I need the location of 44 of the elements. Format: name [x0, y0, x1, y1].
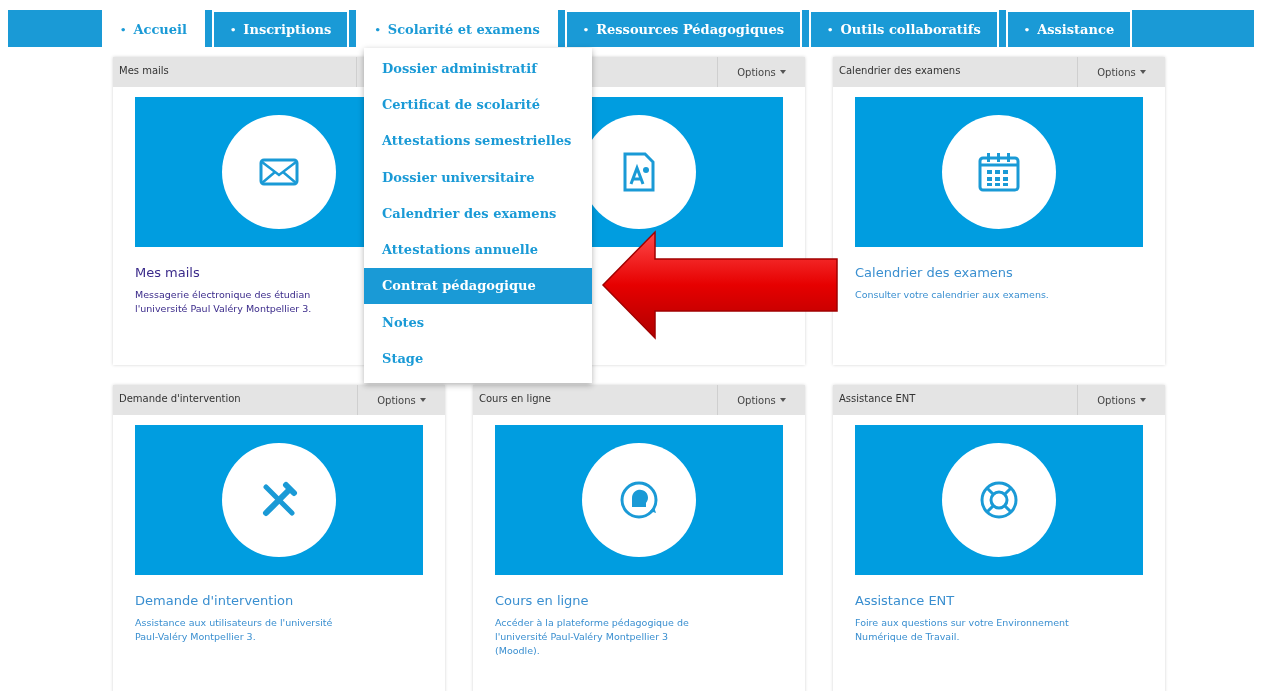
- nav-tab[interactable]: • Inscriptions: [211, 10, 350, 47]
- nav-tab[interactable]: • Assistance: [1005, 10, 1133, 47]
- caret-icon: [779, 70, 786, 74]
- card-header-title: Demande d'intervention: [118, 392, 242, 406]
- tile-banner[interactable]: [495, 425, 783, 575]
- nav-tab[interactable]: • Scolarité et examens: [356, 10, 558, 47]
- tile-banner[interactable]: [855, 425, 1143, 575]
- menu-item[interactable]: Certificat de scolarité: [364, 86, 592, 123]
- nav-tab[interactable]: • Ressources Pédagogiques: [564, 10, 803, 47]
- card-description: Foire aux questions sur votre Environnement Numérique de Travail.: [855, 616, 1070, 644]
- menu-item[interactable]: Attestations annuelle: [364, 231, 592, 268]
- card-title-link[interactable]: Demande d'intervention: [135, 593, 294, 608]
- lifebuoy-icon: [979, 480, 1019, 520]
- menu-item[interactable]: Notes: [364, 304, 592, 341]
- card-description: Messagerie électronique des étudian l'université Paul Valéry Montpellier 3.: [135, 288, 313, 316]
- menu-item[interactable]: Calendrier des examens: [364, 195, 592, 232]
- card-description: Assistance aux utilisateurs de l'université Paul-Valéry Montpellier 3.: [135, 616, 334, 644]
- card-header-title: Calendrier des examens: [838, 64, 962, 78]
- card-description: Consulter votre calendrier aux examens.: [855, 288, 1050, 302]
- document-icon: [623, 152, 655, 192]
- tile-banner[interactable]: [855, 97, 1143, 247]
- card-header-title: Cours en ligne: [478, 392, 552, 406]
- tools-icon: [260, 481, 298, 519]
- caret-icon: [419, 398, 426, 402]
- menu-item[interactable]: Contrat pédagogique: [364, 267, 592, 305]
- card-title-link[interactable]: Mes mails: [135, 265, 200, 280]
- calendar-icon: [978, 152, 1020, 192]
- nav-tab[interactable]: • Outils collaboratifs: [809, 10, 999, 47]
- card-header-title: Assistance ENT: [838, 392, 917, 406]
- caret-icon: [1139, 398, 1146, 402]
- card-title-link[interactable]: Assistance ENT: [855, 593, 955, 608]
- caret-icon: [779, 398, 786, 402]
- card-description: Accéder à la plateforme pédagogique de l'université Paul-Valéry Montpellier 3 (Moodle).: [495, 616, 690, 658]
- caret-icon: [1139, 70, 1146, 74]
- tile-banner[interactable]: [135, 425, 423, 575]
- menu-item[interactable]: Dossier universitaire: [364, 158, 592, 196]
- envelope-icon: [259, 158, 299, 186]
- menu-item[interactable]: Stage: [364, 340, 592, 377]
- nav-tab[interactable]: • Accueil: [102, 10, 205, 47]
- menu-item[interactable]: Dossier administratif: [364, 50, 592, 87]
- card-title-link[interactable]: Cours en ligne: [495, 593, 589, 608]
- menu-item[interactable]: Attestations semestrielles: [364, 122, 592, 159]
- card-header-title: Mes mails: [118, 64, 170, 78]
- card-title-link[interactable]: Calendrier des examens: [855, 265, 1013, 280]
